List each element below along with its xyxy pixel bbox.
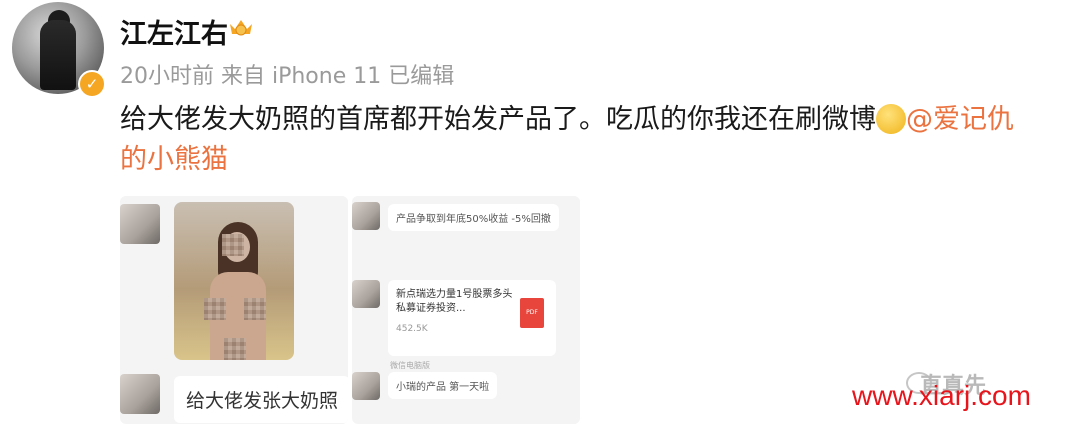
chat-bubble: 小瑞的产品 第一天啦 bbox=[388, 372, 498, 399]
mosaic-blur bbox=[244, 298, 266, 320]
chat-avatar-thumb bbox=[120, 374, 160, 414]
vip-crown-icon[interactable] bbox=[228, 16, 254, 38]
thinking-emoji-icon bbox=[876, 104, 906, 134]
file-source: 微信电脑版 bbox=[390, 361, 430, 370]
post-text: 给大佬发大奶照的首席都开始发产品了。吃瓜的你我还在刷微博 @爱记仇的小熊猫 bbox=[120, 100, 1040, 180]
post-image-2[interactable]: 产品争取到年底50%收益 -5%回撤 新点瑞选力量1号股票多头私募证券投资...… bbox=[352, 196, 580, 424]
chat-avatar-thumb bbox=[352, 372, 380, 400]
post-image-1[interactable]: 给大佬发张大奶照 bbox=[120, 196, 348, 424]
avatar-figure-body bbox=[40, 20, 76, 90]
file-title: 新点瑞选力量1号股票多头私募证券投资... bbox=[396, 289, 513, 314]
verified-badge-icon: ✓ bbox=[78, 70, 106, 98]
site-watermark: www.xiarj.com bbox=[852, 380, 1031, 411]
chat-bubble: 给大佬发张大奶照 bbox=[174, 376, 348, 423]
chat-bubble: 产品争取到年底50%收益 -5%回撤 bbox=[388, 204, 559, 231]
chat-avatar-thumb bbox=[120, 204, 160, 244]
mosaic-blur bbox=[204, 298, 226, 320]
post-body: 给大佬发大奶照的首席都开始发产品了。吃瓜的你我还在刷微博 bbox=[120, 104, 876, 135]
chat-avatar-thumb bbox=[352, 202, 380, 230]
censored-photo bbox=[174, 202, 294, 360]
post-meta: 20小时前 来自 iPhone 11 已编辑 bbox=[120, 64, 455, 89]
pdf-file-icon: PDF bbox=[520, 298, 544, 328]
chat-avatar-thumb bbox=[352, 280, 380, 308]
mosaic-blur bbox=[224, 338, 246, 360]
file-size: 452.5K bbox=[396, 324, 428, 334]
mosaic-blur bbox=[222, 234, 244, 256]
file-card: 新点瑞选力量1号股票多头私募证券投资... 452.5K PDF bbox=[388, 280, 556, 356]
username[interactable]: 江左江右 bbox=[120, 12, 228, 51]
